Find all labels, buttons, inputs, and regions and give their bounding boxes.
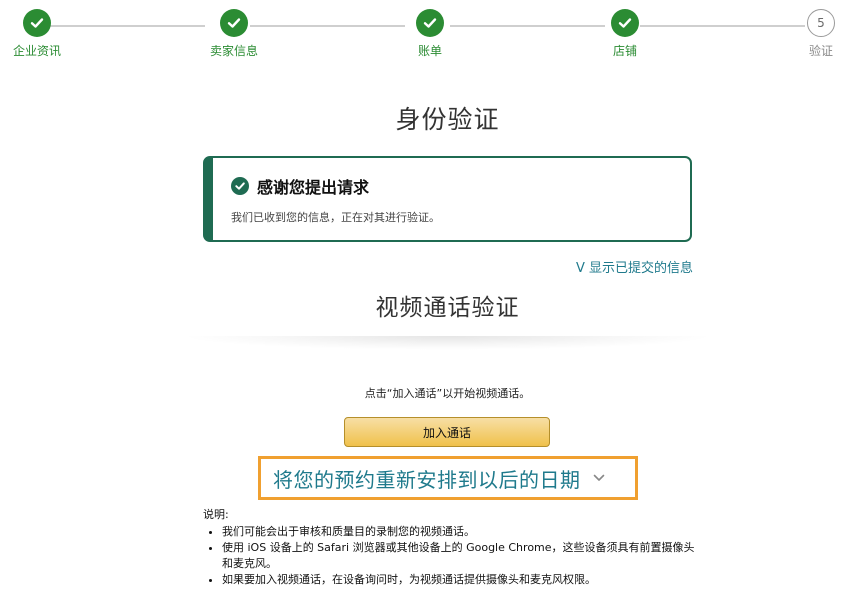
join-call-button[interactable]: 加入通话 — [344, 417, 550, 447]
list-item: 我们可能会出于审核和质量目的录制您的视频通话。 — [222, 524, 703, 540]
check-icon — [611, 9, 639, 37]
step-label: 账单 — [417, 44, 442, 58]
alert-title: 感谢您提出请求 — [257, 178, 370, 197]
step-company-info[interactable]: 企业资讯 — [0, 9, 87, 59]
step-label: 验证 — [808, 44, 833, 58]
check-icon — [416, 9, 444, 37]
chevron-down-icon — [593, 474, 605, 482]
alert-message: 我们已收到您的信息，正在对其进行验证。 — [231, 211, 440, 224]
step-store[interactable]: 店铺 — [575, 9, 675, 59]
success-alert: 感谢您提出请求 我们已收到您的信息，正在对其进行验证。 — [203, 156, 692, 242]
step-label: 企业资讯 — [12, 44, 61, 58]
section-divider — [180, 336, 715, 350]
reschedule-label: 将您的预约重新安排到以后的日期 — [273, 467, 581, 492]
notes-section: 说明: 我们可能会出于审核和质量目的录制您的视频通话。 使用 iOS 设备上的 … — [203, 507, 703, 588]
progress-stepper: 企业资讯 卖家信息 账单 店铺 5 验证 — [0, 0, 865, 70]
notes-list: 我们可能会出于审核和质量目的录制您的视频通话。 使用 iOS 设备上的 Safa… — [203, 524, 703, 588]
video-call-title: 视频通话验证 — [375, 295, 520, 321]
page-title: 身份验证 — [395, 105, 500, 134]
step-label: 店铺 — [612, 44, 637, 58]
reschedule-dropdown[interactable]: 将您的预约重新安排到以后的日期 — [258, 456, 638, 500]
check-icon — [23, 9, 51, 37]
show-submitted-info-link[interactable]: V 显示已提交的信息 — [576, 257, 693, 276]
notes-title: 说明: — [203, 508, 229, 521]
join-call-instruction: 点击“加入通话”以开始视频通话。 — [364, 387, 531, 400]
step-verification[interactable]: 5 验证 — [771, 9, 865, 59]
check-circle-icon — [231, 177, 249, 195]
step-billing[interactable]: 账单 — [380, 9, 480, 59]
alert-header: 感谢您提出请求 — [231, 174, 369, 198]
list-item: 使用 iOS 设备上的 Safari 浏览器或其他设备上的 Google Chr… — [222, 540, 703, 572]
list-item: 如果要加入视频通话，在设备询问时，为视频通话提供摄像头和麦克风权限。 — [222, 572, 703, 588]
check-icon — [220, 9, 248, 37]
step-seller-info[interactable]: 卖家信息 — [184, 9, 284, 59]
step-label: 卖家信息 — [209, 44, 258, 58]
step-number: 5 — [807, 9, 835, 37]
